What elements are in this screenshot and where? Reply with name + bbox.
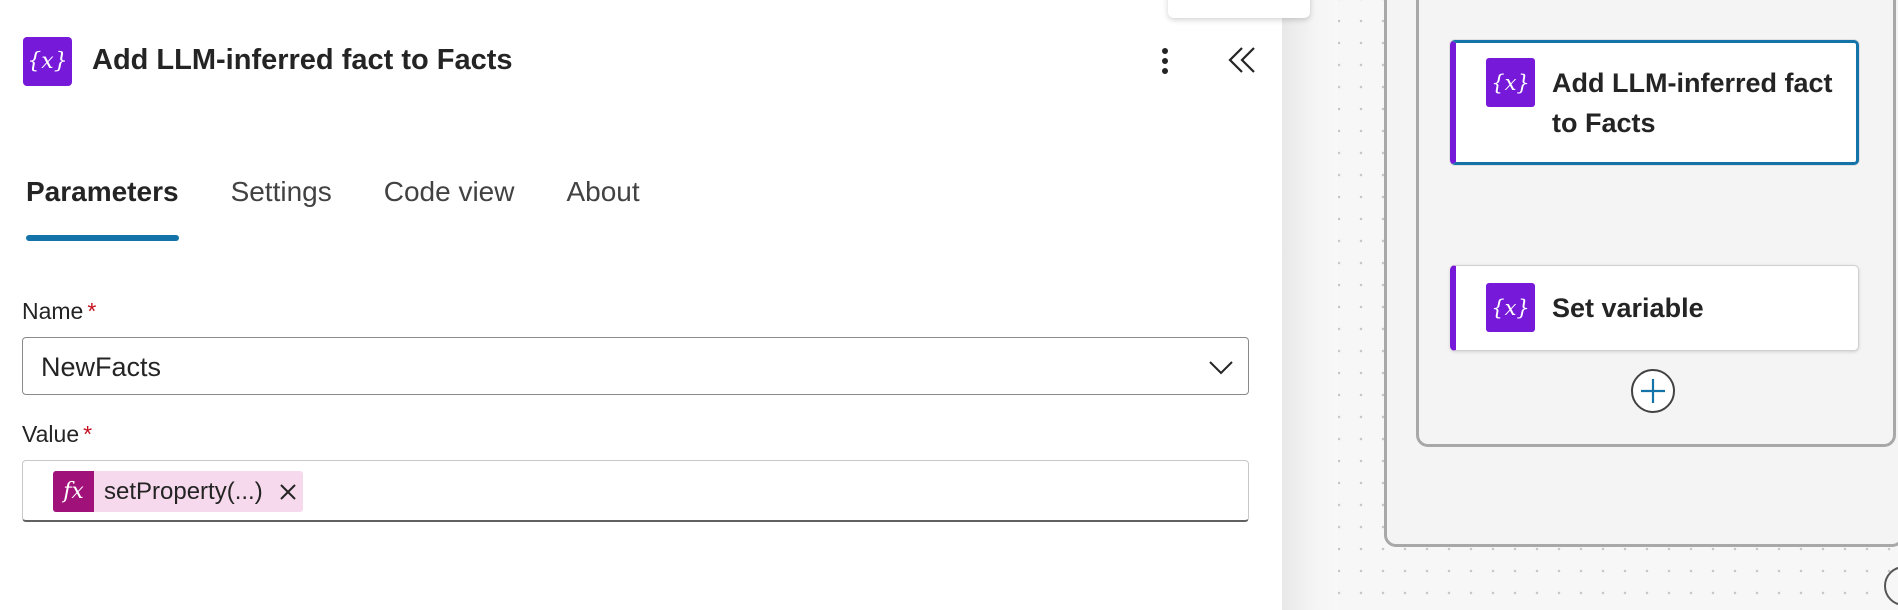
tab-parameters[interactable]: Parameters — [26, 176, 179, 241]
more-dot-icon — [1162, 58, 1168, 64]
tab-about[interactable]: About — [566, 176, 639, 208]
tab-settings[interactable]: Settings — [231, 176, 332, 208]
action-card-set-variable[interactable]: {x} Set variable — [1450, 265, 1859, 351]
value-input[interactable]: fx setProperty(...) — [22, 460, 1249, 522]
plus-icon — [1641, 379, 1665, 403]
expression-token[interactable]: fx setProperty(...) — [53, 471, 303, 512]
name-label-text: Name — [22, 298, 84, 324]
panel-resize-divider[interactable] — [1282, 0, 1338, 610]
tooltip-popup — [1168, 0, 1310, 18]
action-card-title: Set variable — [1552, 293, 1704, 323]
name-field-label: Name * — [22, 298, 96, 325]
collapse-panel-button[interactable] — [1224, 40, 1260, 80]
value-label-text: Value — [22, 421, 80, 447]
more-dot-icon — [1162, 48, 1168, 54]
name-dropdown-value: NewFacts — [41, 352, 162, 382]
double-chevron-left-icon — [1228, 47, 1255, 73]
value-field-label: Value * — [22, 421, 92, 448]
panel-title[interactable]: Add LLM-inferred fact to Facts — [92, 44, 513, 77]
more-dot-icon — [1162, 68, 1168, 74]
tab-code-view[interactable]: Code view — [384, 176, 515, 208]
close-icon — [280, 483, 296, 500]
remove-token-button[interactable] — [273, 471, 303, 512]
expression-token-text: setProperty(...) — [104, 477, 263, 505]
function-icon: fx — [53, 471, 94, 512]
variable-icon: {x} — [1486, 283, 1535, 332]
variable-icon: {x} — [1486, 58, 1535, 107]
required-marker: * — [83, 421, 93, 447]
more-options-button[interactable] — [1150, 44, 1180, 78]
action-card-title: Add LLM-inferred fact to Facts — [1552, 68, 1833, 138]
chevron-down-icon — [1209, 361, 1233, 375]
action-details-panel: {x} Add LLM-inferred fact to Facts Param… — [0, 0, 1282, 610]
tab-list: Parameters Settings Code view About — [26, 176, 692, 241]
variable-icon: {x} — [23, 37, 72, 86]
add-action-button[interactable] — [1631, 369, 1675, 413]
action-card-add-fact[interactable]: {x} Add LLM-inferred fact to Facts — [1450, 40, 1859, 165]
name-dropdown[interactable]: NewFacts — [22, 337, 1249, 395]
required-marker: * — [87, 298, 97, 324]
